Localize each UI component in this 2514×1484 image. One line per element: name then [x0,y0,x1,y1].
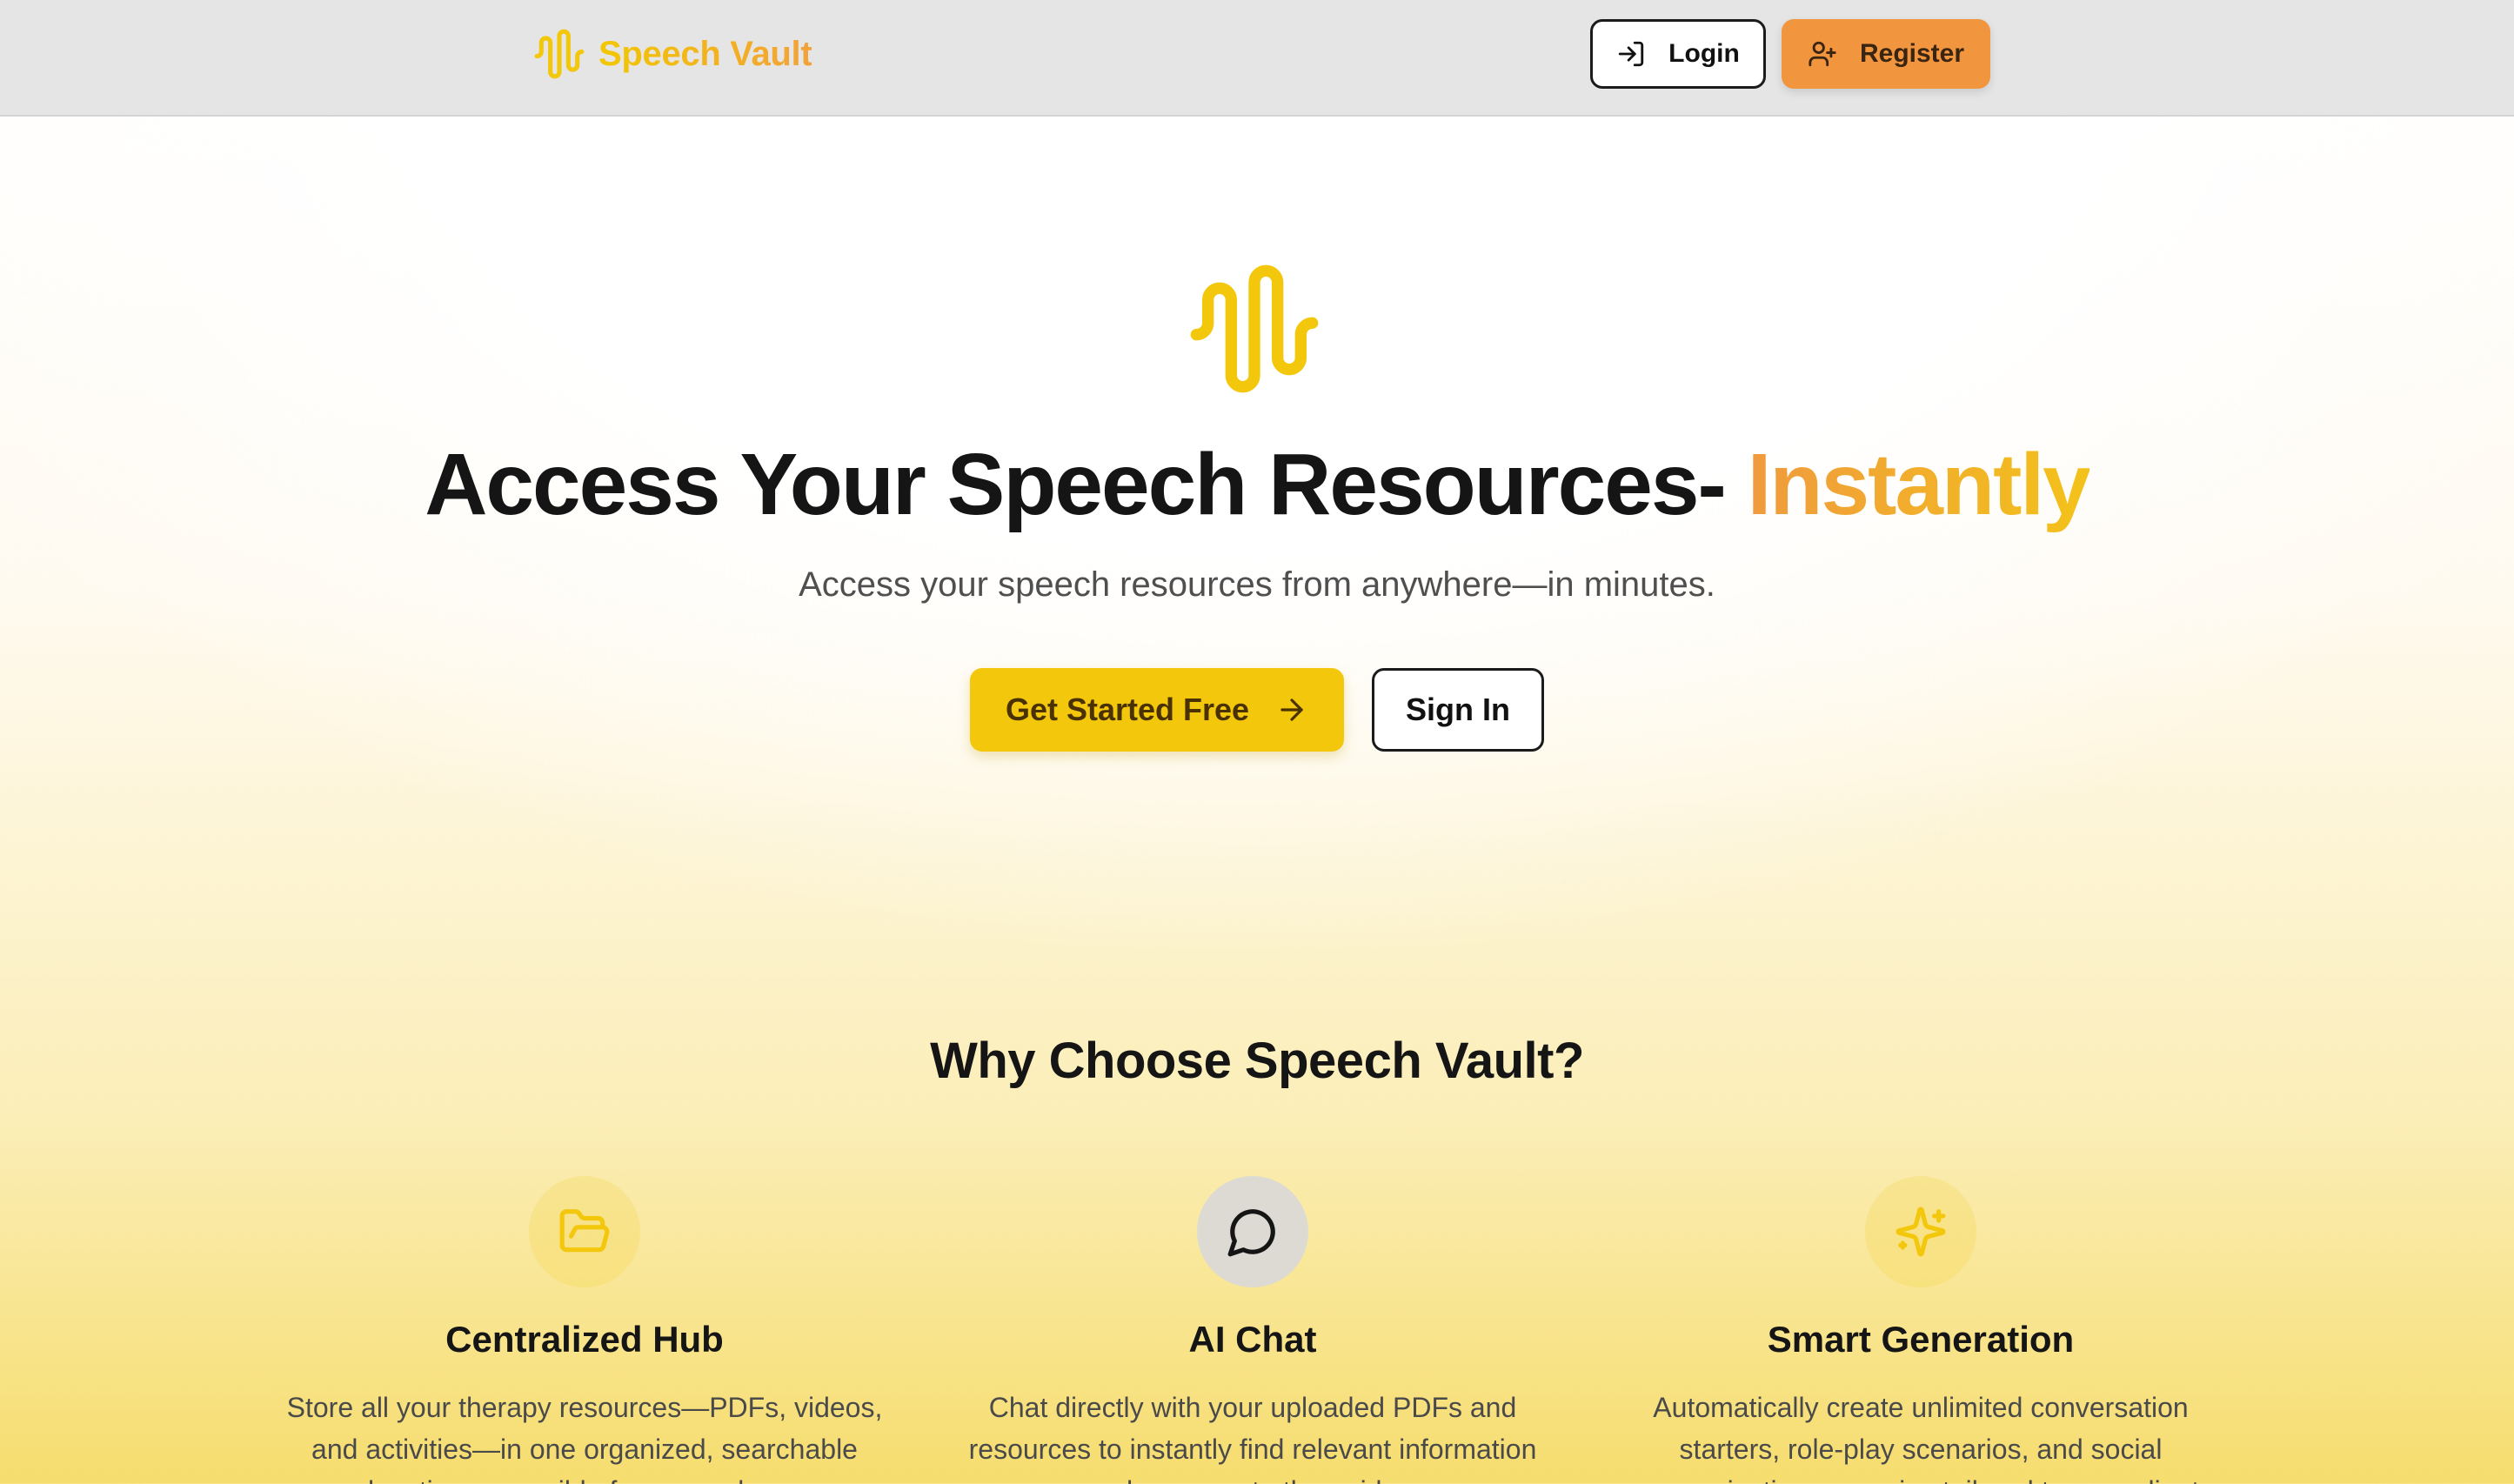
feature-card-smart-generation: Smart Generation Automatically create un… [1608,1176,2234,1484]
feature-icon-circle [529,1176,640,1287]
register-button[interactable]: Register [1782,19,1990,89]
hero-audio-waveform-icon [1190,264,1319,393]
brand-name: Speech Vault [598,34,812,73]
user-plus-icon [1809,41,1836,67]
hero-cta-group: Get Started Free Sign In [0,668,2514,752]
login-button[interactable]: Login [1590,19,1766,89]
sign-in-button[interactable]: Sign In [1372,668,1544,752]
get-started-button[interactable]: Get Started Free [970,668,1344,752]
register-label: Register [1859,39,1965,68]
log-in-icon [1619,41,1644,67]
audio-waveform-icon [534,29,585,79]
hero-title: Access Your Speech Resources- Instantly [0,435,2514,535]
sign-in-label: Sign In [1406,692,1510,727]
feature-description: Chat directly with your uploaded PDFs an… [968,1392,1537,1484]
hero-title-accent: Instantly [1747,436,2091,533]
feature-description: Automatically create unlimited conversat… [1621,1392,2221,1484]
sparkles-icon [1896,1207,1946,1257]
arrow-right-icon [1280,699,1303,721]
feature-icon-circle [1197,1176,1308,1287]
feature-title: Centralized Hub [445,1319,724,1360]
hero-title-main: Access Your Speech Resources- [425,436,1748,533]
hero-subtitle: Access your speech resources from anywhe… [799,565,1715,604]
feature-description: Store all your therapy resources—PDFs, v… [286,1392,883,1484]
features-heading: Why Choose Speech Vault? [930,1033,1584,1089]
feature-title: Smart Generation [1767,1319,2075,1360]
feature-card-centralized-hub: Centralized Hub Store all your therapy r… [271,1176,898,1484]
feature-card-ai-chat: AI Chat Chat directly with your uploaded… [939,1176,1566,1484]
folder-open-icon [559,1209,610,1253]
feature-title: AI Chat [1188,1319,1317,1360]
message-circle-icon [1227,1209,1275,1257]
nav-actions: Login Register [1590,19,1990,89]
top-navbar: Speech Vault Login Register [0,0,2514,117]
get-started-label: Get Started Free [1005,692,1250,727]
login-label: Login [1668,39,1740,68]
feature-icon-circle [1865,1176,1976,1287]
brand-logo-link[interactable]: Speech Vault [532,26,812,82]
